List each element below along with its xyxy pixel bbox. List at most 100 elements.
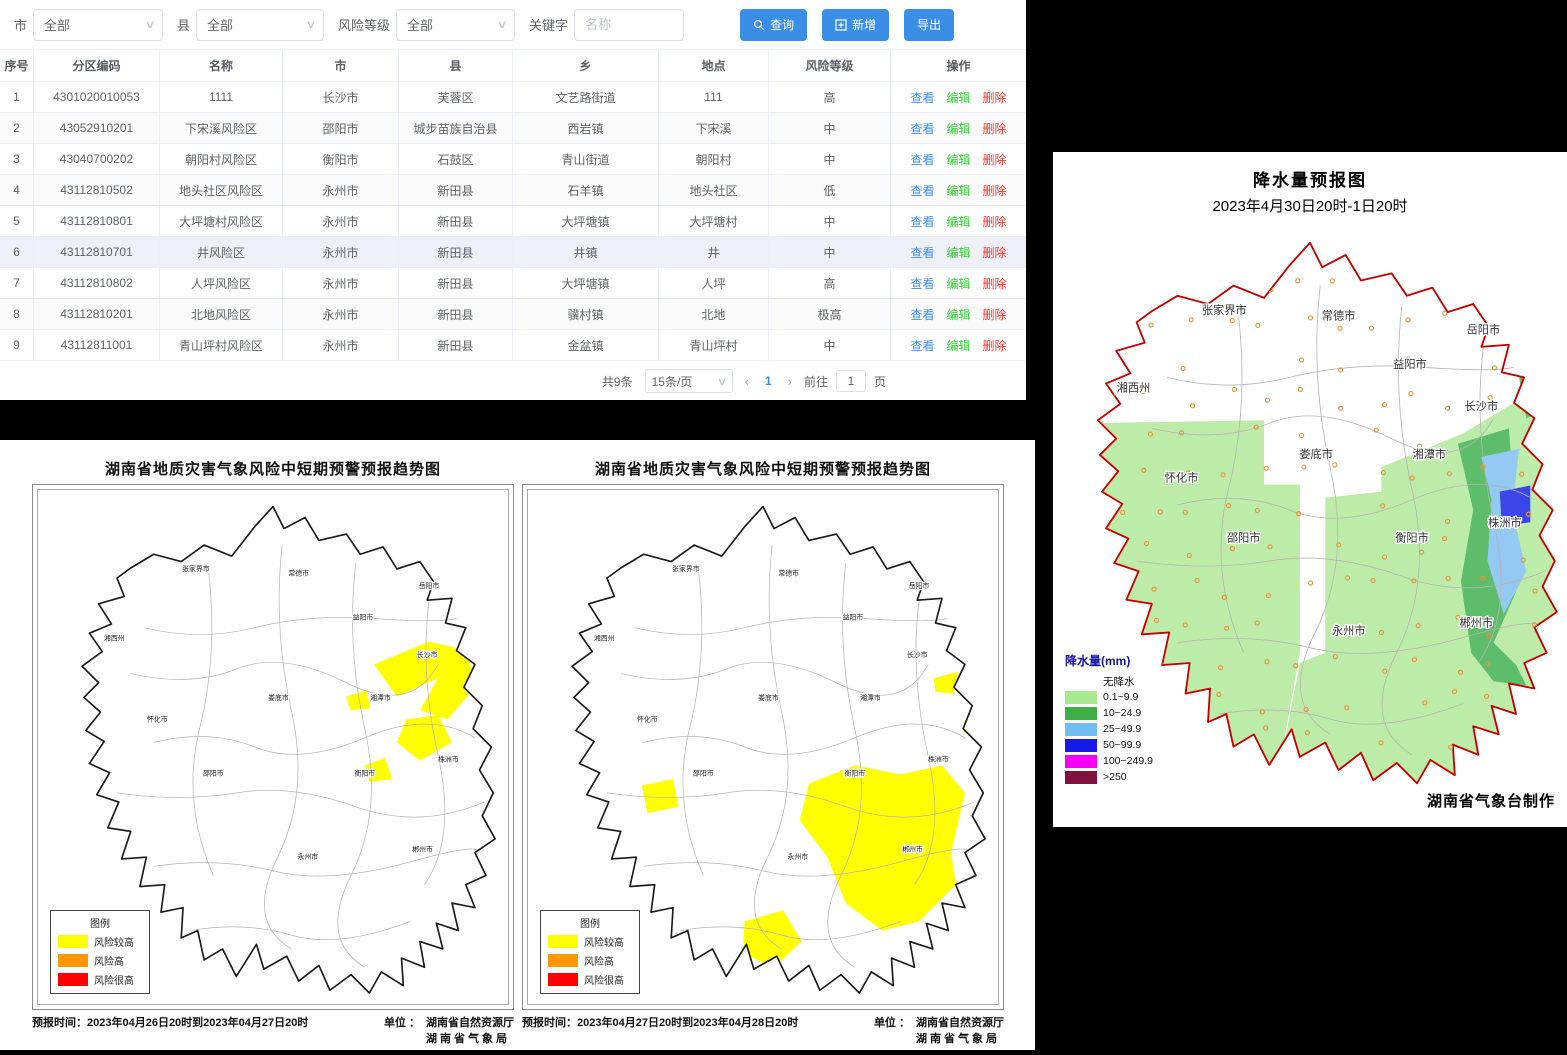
current-page[interactable]: 1: [761, 374, 776, 388]
legend-item: 100~249.9: [1065, 754, 1153, 768]
view-link[interactable]: 查看: [910, 182, 934, 199]
page-size-select[interactable]: 15条/页 ∨: [645, 369, 733, 393]
station-marker: [1300, 433, 1304, 437]
legend-swatch: [58, 954, 88, 967]
trend-map-title: 湖南省地质灾害气象风险中短期预警预报趋势图: [522, 458, 1004, 479]
export-button[interactable]: 导出: [904, 9, 954, 41]
legend-item: 风险较高: [548, 934, 632, 949]
city-label: 益阳市: [1393, 357, 1427, 371]
table-row[interactable]: 3 43040700202 朝阳村风险区 衡阳市 石鼓区 青山街道 朝阳村 中 …: [0, 144, 1026, 175]
legend-label: 10~24.9: [1103, 707, 1141, 719]
goto-page-input[interactable]: [836, 370, 866, 392]
delete-link[interactable]: 删除: [983, 89, 1007, 106]
edit-link[interactable]: 编辑: [946, 151, 970, 168]
edit-link[interactable]: 编辑: [946, 182, 970, 199]
edit-link[interactable]: 编辑: [946, 213, 970, 230]
view-link[interactable]: 查看: [910, 275, 934, 292]
view-link[interactable]: 查看: [910, 151, 934, 168]
city-label: 郴州市: [412, 845, 433, 854]
delete-link[interactable]: 删除: [983, 151, 1007, 168]
col-header-county: 县: [399, 50, 513, 81]
chevron-down-icon: ∨: [496, 18, 507, 31]
city-label: 娄底市: [1299, 447, 1333, 461]
table-row[interactable]: 5 43112810801 大坪塘村风险区 永州市 新田县 大坪塘镇 大坪塘村 …: [0, 206, 1026, 237]
city-label: 湘西州: [594, 634, 615, 643]
edit-link[interactable]: 编辑: [946, 337, 970, 354]
city-label: 株洲市: [438, 755, 459, 764]
city-label: 株洲市: [928, 755, 949, 764]
view-link[interactable]: 查看: [910, 213, 934, 230]
map-credit: 湖南省气象台制作: [1427, 790, 1555, 811]
total-count: 共9条: [602, 373, 633, 390]
delete-link[interactable]: 删除: [983, 275, 1007, 292]
county-select-value: 全部: [207, 15, 233, 34]
search-button[interactable]: 查询: [740, 9, 807, 41]
station-marker: [1299, 358, 1303, 362]
county-select[interactable]: 全部 ∨: [196, 9, 324, 41]
col-header-town: 乡: [513, 50, 659, 81]
station-marker: [1529, 358, 1533, 362]
delete-link[interactable]: 删除: [983, 244, 1007, 261]
table-row[interactable]: 7 43112810802 人坪风险区 永州市 新田县 大坪塘镇 人坪 高 查看…: [0, 268, 1026, 299]
station-marker: [1120, 541, 1124, 545]
trend-map-figure-2: 湖南省地质灾害气象风险中短期预警预报趋势图: [522, 458, 1004, 1046]
station-marker: [1302, 465, 1306, 469]
trend-map-title: 湖南省地质灾害气象风险中短期预警预报趋势图: [32, 458, 514, 479]
keyword-filter-label: 关键字: [529, 15, 568, 34]
station-marker: [1533, 701, 1537, 705]
edit-link[interactable]: 编辑: [946, 306, 970, 323]
delete-link[interactable]: 删除: [983, 120, 1007, 137]
view-link[interactable]: 查看: [910, 337, 934, 354]
col-header-code: 分区编码: [34, 50, 160, 81]
risk-level-select[interactable]: 全部 ∨: [396, 9, 515, 41]
next-page-button[interactable]: ›: [784, 374, 796, 389]
station-marker: [1519, 282, 1523, 286]
view-link[interactable]: 查看: [910, 120, 934, 137]
legend-item: 风险高: [58, 953, 142, 968]
city-label: 湘潭市: [370, 693, 391, 702]
table-row[interactable]: 9 43112811001 青山坪村风险区 永州市 新田县 金盆镇 青山坪村 中…: [0, 330, 1026, 361]
station-marker: [1181, 708, 1185, 712]
table-row[interactable]: 6 43112810701 井风险区 永州市 新田县 井镇 井 中 查看 编辑 …: [0, 237, 1026, 268]
table-row[interactable]: 1 4301020010053 1111 长沙市 芙蓉区 文艺路街道 111 高…: [0, 82, 1026, 113]
city-label: 永州市: [1332, 623, 1366, 637]
edit-link[interactable]: 编辑: [946, 244, 970, 261]
keyword-input[interactable]: [574, 9, 684, 41]
city-label: 邵阳市: [1227, 531, 1261, 545]
forecast-time: 预报时间：2023年04月26日20时到2023年04月27日20时: [32, 1014, 308, 1046]
edit-link[interactable]: 编辑: [946, 275, 970, 292]
delete-link[interactable]: 删除: [983, 182, 1007, 199]
delete-link[interactable]: 删除: [983, 306, 1007, 323]
legend-no-rain: 无降水: [1103, 674, 1135, 689]
view-link[interactable]: 查看: [910, 244, 934, 261]
station-marker: [1183, 281, 1187, 285]
station-marker: [1536, 320, 1540, 324]
station-marker: [1416, 283, 1420, 287]
add-button[interactable]: 新增: [822, 9, 889, 41]
station-marker: [1111, 470, 1115, 474]
station-marker: [1409, 391, 1413, 395]
legend-label: 风险较高: [584, 934, 624, 949]
delete-link[interactable]: 删除: [983, 337, 1007, 354]
city-label: 湘西州: [1117, 381, 1151, 395]
table-row[interactable]: 4 43112810502 地头社区风险区 永州市 新田县 石羊镇 地头社区 低…: [0, 175, 1026, 206]
station-marker: [1109, 366, 1113, 370]
screen: 市 全部 ∨ 县 全部 ∨ 风险等级 全部 ∨ 关键字 查询: [0, 0, 1567, 1055]
view-link[interactable]: 查看: [910, 89, 934, 106]
legend-label: 风险很高: [94, 972, 134, 987]
city-label: 株洲市: [1488, 515, 1522, 529]
table-row[interactable]: 8 43112810201 北地风险区 永州市 新田县 骥村镇 北地 极高 查看…: [0, 299, 1026, 330]
city-label: 怀化市: [147, 714, 168, 723]
legend-item: 25~49.9: [1065, 722, 1153, 736]
table-row[interactable]: 2 43052910201 下宋溪风险区 邵阳市 城步苗族自治县 西岩镇 下宋溪…: [0, 113, 1026, 144]
edit-link[interactable]: 编辑: [946, 120, 970, 137]
edit-link[interactable]: 编辑: [946, 89, 970, 106]
unit-org-2: 湖南省气象局: [426, 1030, 514, 1046]
page-unit-label: 页: [874, 373, 886, 390]
plus-square-icon: [835, 19, 847, 31]
delete-link[interactable]: 删除: [983, 213, 1007, 230]
city-select[interactable]: 全部 ∨: [33, 9, 163, 41]
prev-page-button[interactable]: ‹: [741, 374, 753, 389]
city-label: 永州市: [298, 852, 319, 861]
view-link[interactable]: 查看: [910, 306, 934, 323]
